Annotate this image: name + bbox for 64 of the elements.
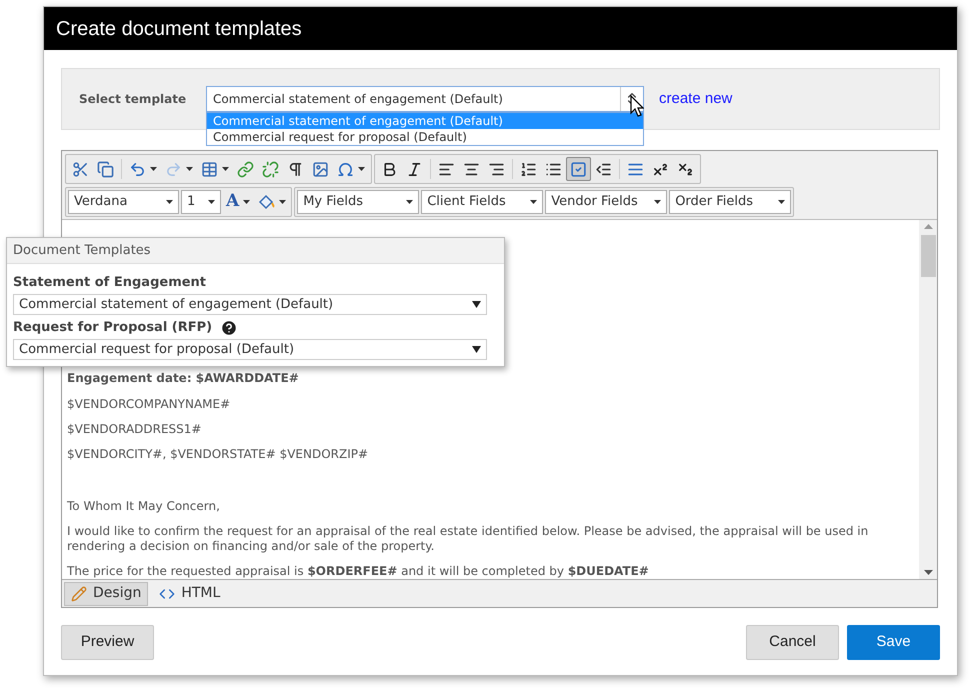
paragraph: $VENDORCITY#, $VENDORSTATE# $VENDORZIP# [67,447,370,462]
paragraph: To Whom It May Concern, [67,499,221,514]
font-color-icon: A [226,189,240,215]
help-icon[interactable] [220,319,238,337]
image-icon [312,160,329,178]
redo-icon [165,160,182,178]
fields-select[interactable]: Order Fields [669,190,792,214]
caret-icon [358,167,365,171]
table-icon [201,160,218,178]
caret-icon [472,346,481,353]
caret-icon [208,200,215,204]
scroll-up-icon[interactable] [924,224,932,229]
caret-icon [222,167,229,171]
caret-icon [778,200,786,204]
size-select[interactable]: 1 [181,190,221,214]
caret-icon [530,200,538,204]
checkbox-icon [570,160,587,178]
preview-button[interactable]: Preview [61,625,154,660]
scroll-down-icon[interactable] [924,570,932,575]
pencil-icon [71,586,87,602]
undo-icon [129,160,146,178]
popup-title: Document Templates [7,238,504,264]
mode-tab[interactable]: Design [64,582,148,606]
create-new-link[interactable]: create new [659,88,732,110]
link-icon [237,160,254,178]
template-dropdown[interactable]: Commercial request for proposal (Default) [13,339,487,360]
caret-icon [243,200,250,204]
template-dropdown[interactable]: Commercial statement of engagement (Default) [13,294,487,315]
subscript-icon [677,160,694,178]
pilcrow-icon [287,160,304,178]
fields-select[interactable]: Client Fields [421,190,544,214]
paragraph: The price for the requested appraisal is $ORDERFEE# and it will be completed by $DUEDATE# [67,564,650,579]
fields-select[interactable]: Vendor Fields [545,190,668,214]
font-color-button[interactable]: A [223,190,254,214]
caret-icon [150,167,157,171]
caret-icon [186,167,193,171]
field-label: Statement of Engagement [13,274,206,292]
unlink-icon [262,160,279,178]
caret-icon [654,200,662,204]
font-select[interactable]: Verdana [68,190,179,214]
paragraph: $VENDORADDRESS1# [67,422,202,437]
caret-icon [406,200,414,204]
field-label: Request for Proposal (RFP) [13,319,212,338]
copy-icon [97,160,114,178]
paragraph: Engagement date: $AWARDDATE# [67,370,300,387]
paragraph: $VENDORCOMPANYNAME# [67,397,232,412]
numbered-list-icon [520,160,537,178]
caret-icon [472,301,481,308]
caret-icon [279,200,286,204]
cancel-button[interactable]: Cancel [746,625,839,660]
mode-tab[interactable]: HTML [152,582,228,606]
caret-icon [166,200,173,204]
omega-icon [337,160,354,178]
paint-bucket-icon [258,194,276,210]
scrollbar-thumb[interactable] [920,235,936,277]
superscript-icon [652,160,669,178]
window-title: Create document templates [44,7,957,50]
save-button[interactable]: Save [847,625,940,660]
paragraph: I would like to confirm the request for an appraisal of the real estate identified below. Please be advised, the appraisal will be used in rendering a decision on financing and/or sale of the property. [67,524,870,554]
fields-select[interactable]: My Fields [297,190,420,214]
dropdown-option[interactable]: Commercial request for proposal (Default) [207,129,643,145]
scissors-icon [72,160,89,178]
italic-icon [406,160,423,178]
select-template-label: Select template [79,91,188,108]
